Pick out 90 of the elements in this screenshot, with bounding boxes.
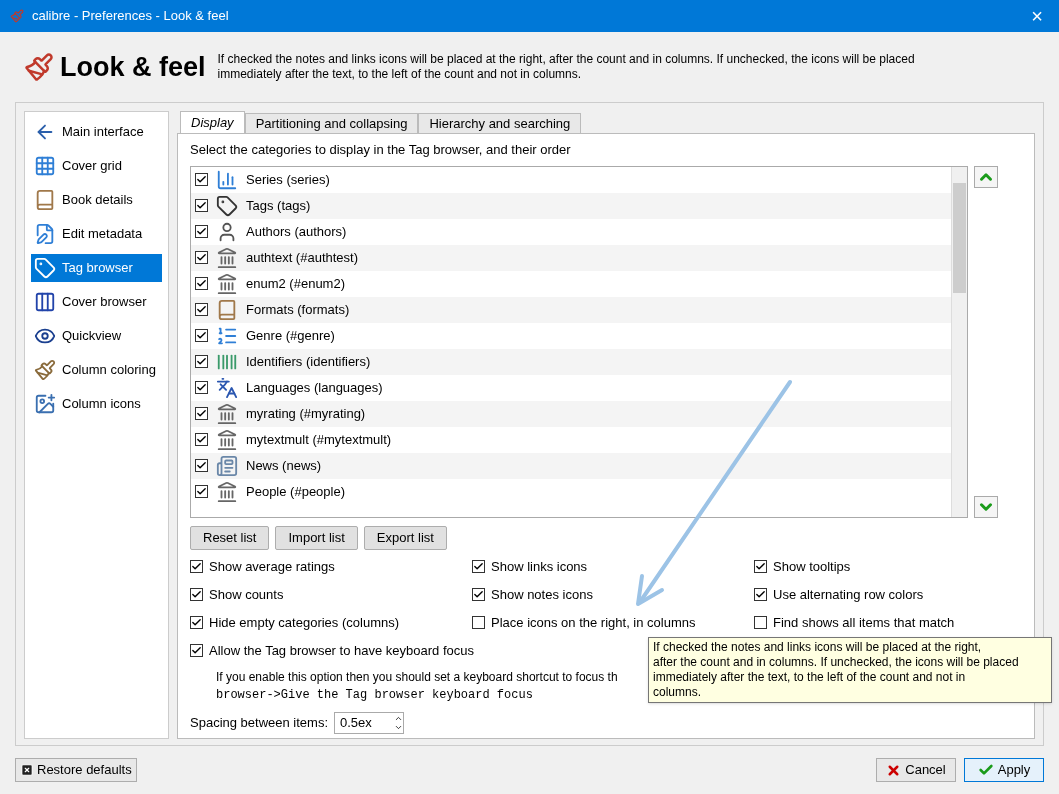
- checkbox[interactable]: [472, 616, 485, 629]
- checkbox[interactable]: [195, 251, 208, 264]
- apply-button[interactable]: Apply: [964, 758, 1044, 782]
- option-checkbox[interactable]: Find shows all items that match: [754, 613, 1022, 632]
- column-icon: [216, 272, 238, 295]
- document-pen-icon: [34, 223, 56, 245]
- checkbox[interactable]: [754, 560, 767, 573]
- sidebar-item[interactable]: Quickview: [31, 322, 162, 350]
- tab[interactable]: Partitioning and collapsing: [244, 113, 419, 133]
- column-icon: [216, 246, 238, 269]
- page-title: Look & feel: [60, 50, 206, 84]
- column-icon: [216, 480, 238, 503]
- list-button[interactable]: Export list: [363, 525, 447, 550]
- checkbox[interactable]: [195, 407, 208, 420]
- sidebar-item[interactable]: Book details: [31, 186, 162, 214]
- sidebar-item[interactable]: Tag browser: [31, 254, 162, 282]
- checkbox[interactable]: [195, 173, 208, 186]
- checkbox[interactable]: [190, 588, 203, 601]
- checkbox[interactable]: [754, 588, 767, 601]
- checkbox[interactable]: [195, 225, 208, 238]
- checkmark-icon: [977, 762, 994, 778]
- checkbox[interactable]: [754, 616, 767, 629]
- sidebar-item[interactable]: Cover browser: [31, 288, 162, 316]
- book-icon: [34, 189, 56, 211]
- checkbox[interactable]: [195, 329, 208, 342]
- bar-chart-icon: [216, 168, 238, 191]
- option-checkbox[interactable]: Show average ratings: [190, 557, 472, 576]
- checkbox[interactable]: [195, 485, 208, 498]
- language-icon: [216, 376, 238, 399]
- restore-icon: [20, 763, 34, 777]
- sidebar-item[interactable]: Column icons: [31, 390, 162, 418]
- spacing-spinbox[interactable]: 0.5ex: [334, 711, 405, 734]
- sidebar-item[interactable]: Edit metadata: [31, 220, 162, 248]
- move-up-button[interactable]: [974, 165, 998, 188]
- hint-text: If you enable this option then you should set a keyboard shortcut to focus th: [216, 668, 618, 686]
- restore-defaults-button[interactable]: Restore defaults: [15, 758, 137, 782]
- move-down-button[interactable]: [974, 495, 998, 518]
- category-row[interactable]: News (news): [191, 452, 951, 479]
- book-icon: [216, 298, 238, 321]
- tab[interactable]: Display: [180, 111, 245, 133]
- checkbox[interactable]: [190, 616, 203, 629]
- list-button[interactable]: Import list: [275, 525, 358, 550]
- category-row[interactable]: authtext (#authtest): [191, 244, 951, 271]
- close-button[interactable]: ×: [1025, 6, 1049, 26]
- spacing-label: Spacing between items:: [190, 713, 329, 732]
- category-row[interactable]: Tags (tags): [191, 192, 951, 219]
- sidebar-item[interactable]: Cover grid: [31, 152, 162, 180]
- paintbrush-icon: [34, 359, 56, 381]
- hint-code: browser->Give the Tag browser keyboard focus: [216, 686, 533, 704]
- option-checkbox[interactable]: Show tooltips: [754, 557, 1022, 576]
- checkbox[interactable]: [195, 355, 208, 368]
- checkbox[interactable]: [190, 560, 203, 573]
- image-icon: [34, 393, 56, 415]
- cancel-button[interactable]: Cancel: [876, 758, 956, 782]
- category-row[interactable]: myrating (#myrating): [191, 400, 951, 427]
- tooltip: If checked the notes and links icons will be placed at the right, after the count and in columns. If unchecked, the icons will be placed immediately after the text, to the left of the count and not in columns.: [648, 637, 1052, 703]
- option-checkbox[interactable]: Show links icons: [472, 557, 754, 576]
- checkbox[interactable]: [472, 588, 485, 601]
- tab[interactable]: Hierarchy and searching: [418, 113, 582, 133]
- scroll-bar[interactable]: [951, 166, 967, 517]
- category-row[interactable]: Formats (formats): [191, 296, 951, 323]
- categories-label: Select the categories to display in the Tag browser, and their order: [190, 141, 572, 159]
- option-checkbox[interactable]: Show notes icons: [472, 585, 754, 604]
- column-icon: [216, 428, 238, 451]
- checkbox[interactable]: [190, 644, 203, 657]
- checkbox[interactable]: [195, 459, 208, 472]
- page-description: If checked the notes and links icons will be placed at the right, after the count and in columns. If unchecked, the icons will be placed immediately after the text, to the left of the count and not in columns.: [217, 52, 916, 82]
- checkbox[interactable]: [472, 560, 485, 573]
- app-icon: [10, 9, 24, 23]
- tag-icon: [216, 194, 238, 217]
- checkbox[interactable]: [195, 199, 208, 212]
- category-row[interactable]: Identifiers (identifiers): [191, 348, 951, 375]
- list-button[interactable]: Reset list: [190, 525, 270, 550]
- grid-icon: [34, 155, 56, 177]
- option-checkbox[interactable]: Show counts: [190, 585, 472, 604]
- columns-icon: [34, 291, 56, 313]
- checkbox[interactable]: [195, 303, 208, 316]
- sidebar-item[interactable]: Main interface: [31, 118, 162, 146]
- option-checkbox[interactable]: Use alternating row colors: [754, 585, 1022, 604]
- newspaper-icon: [216, 454, 238, 477]
- option-checkbox[interactable]: Hide empty categories (columns): [190, 613, 472, 632]
- checkbox[interactable]: [195, 381, 208, 394]
- window-title: calibre - Preferences - Look & feel: [32, 7, 229, 26]
- tag-icon: [34, 257, 56, 279]
- paintbrush-icon: [24, 52, 54, 82]
- checkbox[interactable]: [195, 277, 208, 290]
- option-checkbox[interactable]: Place icons on the right, in columns: [472, 613, 754, 632]
- checkbox[interactable]: [195, 433, 208, 446]
- column-icon: [216, 402, 238, 425]
- sidebar-item[interactable]: Column coloring: [31, 356, 162, 384]
